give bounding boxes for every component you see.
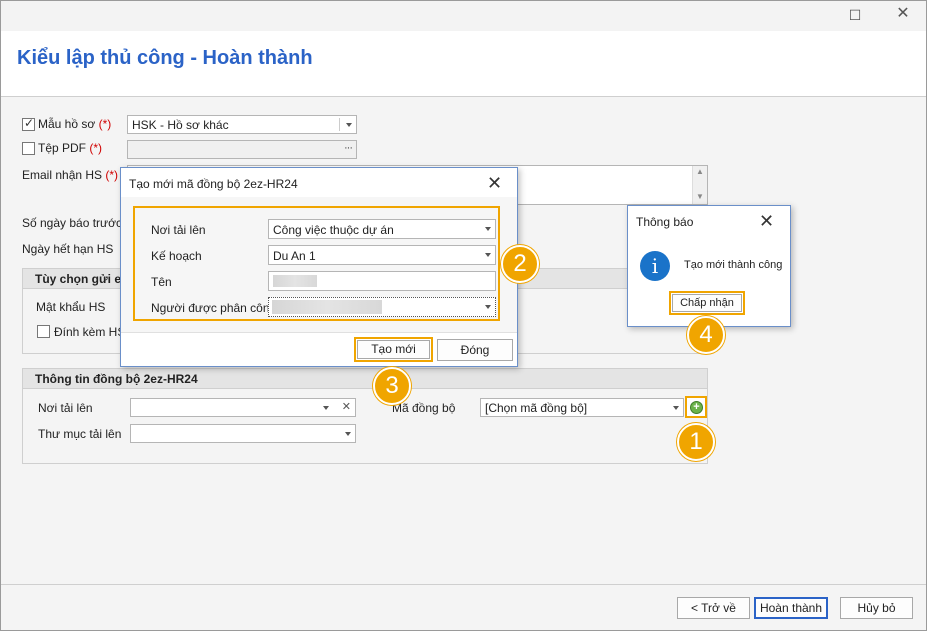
step-3-marker: 3 [373, 367, 411, 405]
dinh-kem-checkbox[interactable] [37, 325, 50, 338]
finish-button[interactable]: Hoàn thành [754, 597, 828, 619]
info-icon: i [640, 251, 670, 281]
mau-ho-so-select[interactable]: HSK - Hồ sơ khác [127, 115, 357, 134]
title-bar [1, 1, 926, 31]
ma-dong-bo-label: Mã đồng bộ [392, 401, 456, 415]
chevron-down-icon [345, 432, 351, 436]
accept-button[interactable]: Chấp nhận [672, 294, 742, 312]
dlg-nguoi-phan-cong-select[interactable] [268, 297, 496, 317]
mat-khau-label: Mật khẩu HS [36, 300, 106, 314]
ngay-het-han-label: Ngày hết hạn HS [22, 242, 114, 256]
tep-pdf-checkbox[interactable] [22, 142, 35, 155]
chevron-down-icon [346, 123, 352, 127]
thu-muc-label: Thư mục tải lên [38, 427, 122, 441]
chevron-down-icon [673, 406, 679, 410]
step-1-marker: 1 [677, 423, 715, 461]
add-sync-code-button[interactable]: + [685, 396, 707, 418]
sync-group-header: Thông tin đồng bộ 2ez-HR24 [23, 369, 707, 389]
dlg-ke-hoach-select[interactable]: Du An 1 [268, 245, 496, 265]
chevron-down-icon [485, 227, 491, 231]
chevron-down-icon [323, 406, 329, 410]
tep-pdf-field[interactable]: ··· [127, 140, 357, 159]
dlg-ke-hoach-label: Kế hoạch [151, 249, 202, 263]
email-scrollbar[interactable]: ▲ ▼ [692, 166, 707, 204]
ma-dong-bo-select[interactable]: [Chọn mã đồng bộ] [480, 398, 684, 417]
clear-icon[interactable]: ✕ [342, 400, 351, 413]
dlg-ten-label: Tên [151, 275, 172, 289]
mau-ho-so-label: Mẫu hồ sơ (*) [38, 117, 112, 131]
add-icon: + [690, 401, 703, 414]
step-4-marker: 4 [687, 316, 725, 354]
noi-tai-len-label: Nơi tải lên [38, 401, 93, 415]
dlg-nguoi-phan-cong-label: Người được phân công [151, 301, 277, 315]
chevron-down-icon [485, 253, 491, 257]
create-button[interactable]: Tạo mới [357, 340, 430, 359]
redacted-value [272, 300, 382, 314]
dialog-close-button[interactable]: Đóng [437, 339, 513, 361]
dlg-noi-tai-len-select[interactable]: Công việc thuộc dự án [268, 219, 496, 239]
notice-dialog-title: Thông báo [636, 215, 694, 229]
dlg-ten-input[interactable] [268, 271, 496, 291]
browse-icon[interactable]: ··· [344, 142, 353, 154]
chevron-down-icon [485, 305, 491, 309]
back-button[interactable]: < Trở về [677, 597, 750, 619]
step-2-marker: 2 [501, 245, 539, 283]
redacted-value [273, 275, 317, 287]
cancel-button[interactable]: Hủy bỏ [840, 597, 913, 619]
noi-tai-len-select[interactable]: ✕ [130, 398, 356, 417]
page-title: Kiểu lập thủ công - Hoàn thành [17, 47, 313, 69]
dlg-noi-tai-len-label: Nơi tải lên [151, 223, 206, 237]
maximize-button[interactable]: ☐ [848, 8, 862, 22]
create-dialog-title: Tạo mới mã đồng bộ 2ez-HR24 [129, 177, 298, 191]
notice-message: Tạo mới thành công [684, 259, 783, 271]
mau-ho-so-checkbox[interactable] [22, 116, 35, 131]
create-dialog-close-icon[interactable]: ✕ [487, 174, 502, 192]
notice-close-icon[interactable]: ✕ [759, 212, 774, 230]
window-close-button[interactable]: ✕ [896, 6, 910, 22]
tep-pdf-label: Tệp PDF (*) [38, 141, 103, 155]
email-nhan-label: Email nhận HS (*) [22, 168, 119, 182]
thu-muc-select[interactable] [130, 424, 356, 443]
so-ngay-bao-truoc-label: Số ngày báo trước [22, 216, 122, 230]
